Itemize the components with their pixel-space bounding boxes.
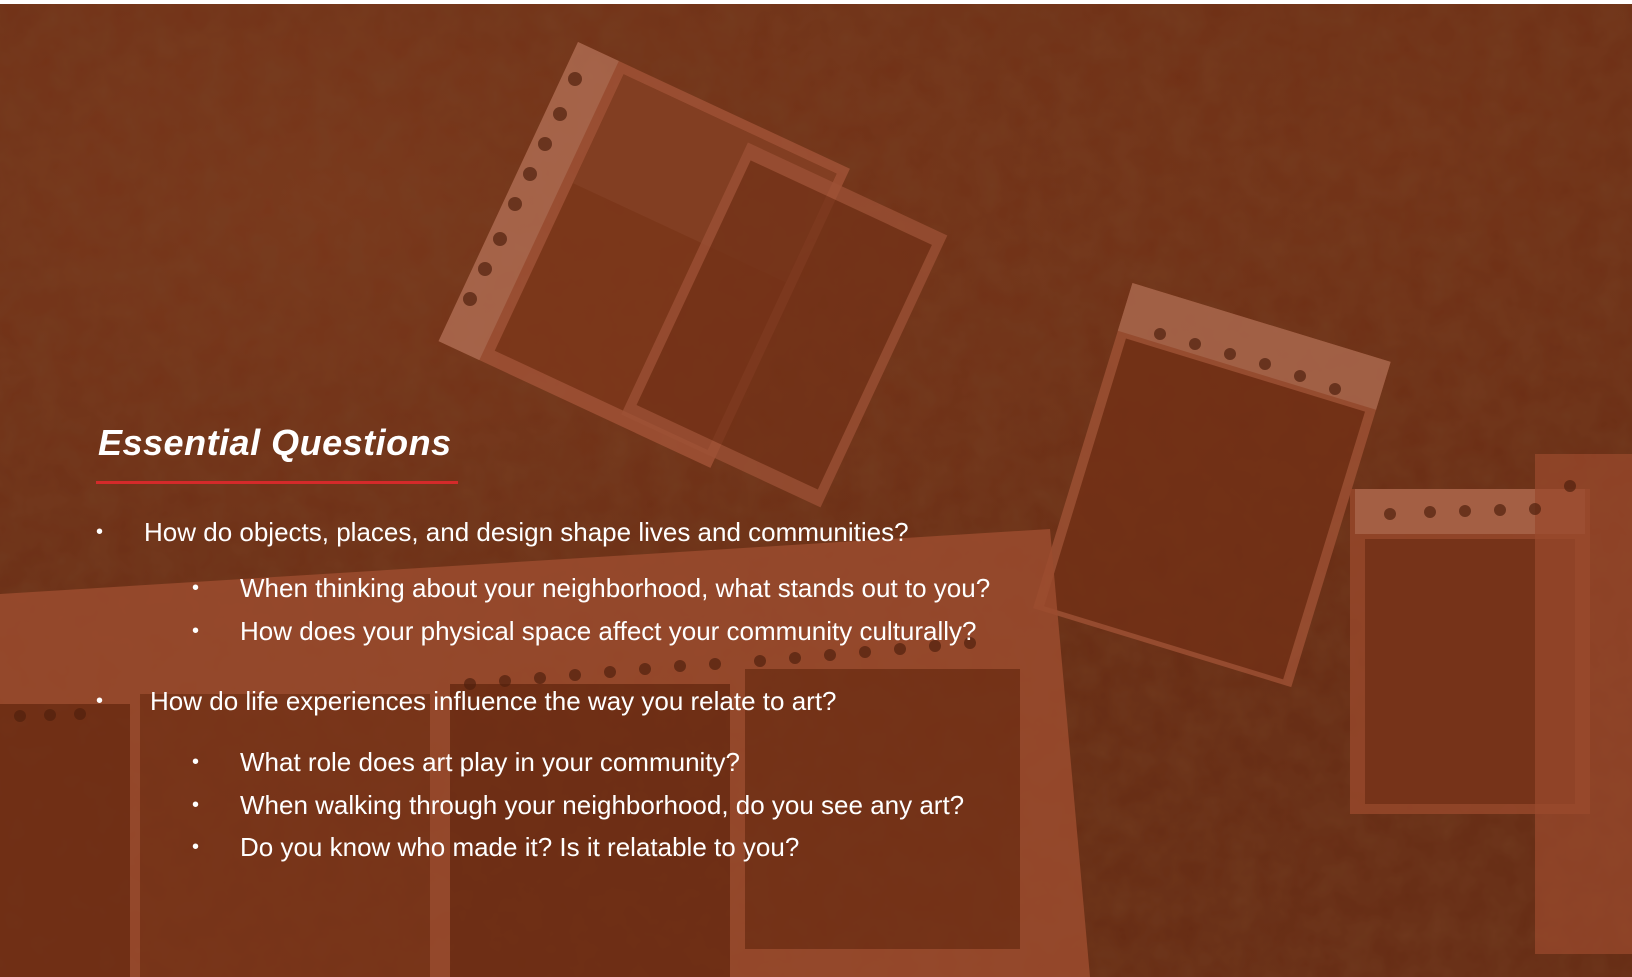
sub-question-text: When walking through your neighborhood, … — [240, 790, 965, 820]
sub-question-text: When thinking about your neighborhood, w… — [240, 573, 991, 603]
bullet-icon: • — [192, 751, 200, 773]
slide-title: Essential Questions — [98, 422, 452, 463]
title-underline — [96, 481, 458, 484]
bullet-icon: • — [192, 794, 200, 816]
bullet-icon: • — [96, 521, 104, 543]
sub-question-text: Do you know who made it? Is it relatable… — [240, 832, 800, 862]
bullet-icon: • — [192, 577, 200, 599]
sub-question-text: What role does art play in your communit… — [240, 747, 740, 777]
slide: Essential Questions • How do objects, pl… — [0, 4, 1632, 977]
question-text: How do life experiences influence the wa… — [150, 686, 837, 716]
sub-question-text: How does your physical space affect your… — [240, 616, 977, 646]
bullet-icon: • — [192, 620, 200, 642]
bullet-icon: • — [96, 690, 104, 712]
question-text: How do objects, places, and design shape… — [144, 517, 909, 547]
bullet-icon: • — [192, 836, 200, 858]
